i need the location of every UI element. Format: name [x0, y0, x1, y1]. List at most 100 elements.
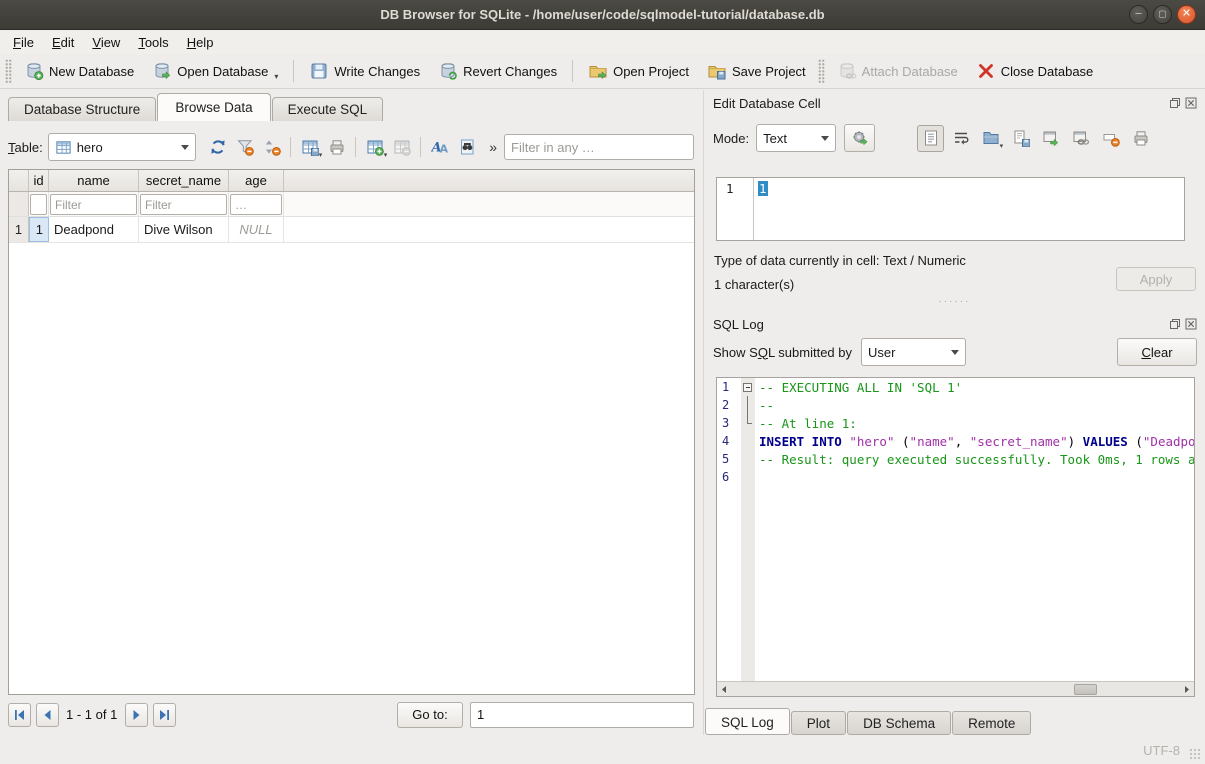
minimize-button[interactable]: –	[1129, 5, 1148, 24]
text-mode-button[interactable]	[917, 125, 944, 152]
menu-tools[interactable]: Tools	[129, 32, 177, 53]
open-project-icon	[588, 61, 608, 81]
new-database-button[interactable]: New Database	[17, 57, 141, 85]
horizontal-scrollbar[interactable]	[717, 681, 1194, 696]
toolbar-drag-handle[interactable]	[818, 59, 825, 83]
cell-id[interactable]: 1	[29, 217, 49, 242]
sql-log-controls: Show SQL submitted by User Clear	[713, 337, 1197, 367]
float-dock-icon[interactable]	[1168, 318, 1181, 331]
link-cell-button[interactable]	[1067, 125, 1094, 152]
goto-record-input[interactable]	[470, 702, 694, 728]
dock-tab-remote[interactable]: Remote	[952, 711, 1031, 735]
filter-any-column-input[interactable]	[504, 134, 694, 160]
close-dock-icon[interactable]	[1184, 318, 1197, 331]
open-database-button[interactable]: Open Database▾	[145, 57, 285, 85]
save-results-button[interactable]: ▾	[297, 135, 322, 160]
edit-cell-toolbar: Mode: Text ▾	[713, 123, 1197, 153]
sql-log-line: 3-- At line 1:	[717, 414, 1194, 432]
cell-secret-name[interactable]: Dive Wilson	[139, 217, 229, 242]
dock-tab-sql-log[interactable]: SQL Log	[705, 708, 790, 735]
toolbar-separator	[293, 60, 294, 82]
last-record-button[interactable]	[153, 703, 176, 727]
scroll-left-icon[interactable]	[717, 683, 731, 696]
clear-filters-button[interactable]	[232, 135, 257, 160]
tab-database-structure[interactable]: Database Structure	[8, 97, 156, 121]
dropdown-arrow-icon[interactable]: ▾	[1000, 142, 1004, 150]
cell-name[interactable]: Deadpond	[49, 217, 139, 242]
row-number-cell[interactable]: 1	[9, 217, 29, 242]
menu-view[interactable]: View	[83, 32, 129, 53]
dropdown-arrow-icon[interactable]: ▾	[274, 72, 278, 81]
table-select[interactable]: hero	[48, 133, 196, 161]
prev-page-icon	[41, 709, 54, 721]
dropdown-arrow-icon[interactable]: ▾	[384, 151, 388, 159]
set-null-button[interactable]	[1097, 125, 1124, 152]
previous-record-button[interactable]	[36, 703, 59, 727]
clear-log-button[interactable]: Clear	[1117, 338, 1197, 366]
close-button[interactable]: ✕	[1177, 5, 1196, 24]
line-number: 4	[717, 434, 741, 448]
auto-apply-button[interactable]	[844, 124, 875, 152]
maximize-button[interactable]: ▢	[1153, 5, 1172, 24]
edit-display-format-button[interactable]: AA	[427, 135, 452, 160]
import-data-button[interactable]: ▾	[977, 125, 1004, 152]
clear-sorting-button[interactable]	[259, 135, 284, 160]
goto-button[interactable]: Go to:	[397, 702, 463, 728]
sql-source-select[interactable]: User	[861, 338, 966, 366]
filter-input-name[interactable]: Filter	[50, 194, 137, 215]
filter-input-secret-name[interactable]: Filter	[140, 194, 227, 215]
sql-log-line: 6	[717, 468, 1194, 486]
scroll-right-icon[interactable]	[1180, 683, 1194, 696]
column-header-secret-name[interactable]: secret_name	[139, 170, 229, 191]
insert-record-button[interactable]: ▾	[362, 135, 387, 160]
tab-browse-data[interactable]: Browse Data	[157, 93, 270, 121]
gear-arrow-icon	[851, 129, 869, 147]
column-header-age[interactable]: age	[229, 170, 284, 191]
close-dock-icon[interactable]	[1184, 97, 1197, 110]
column-header-id[interactable]: id	[29, 170, 49, 191]
sql-source-value: User	[868, 345, 895, 360]
scrollbar-thumb[interactable]	[1074, 684, 1097, 695]
fold-marker[interactable]	[741, 378, 755, 396]
filter-input-age[interactable]: …	[230, 194, 282, 215]
cell-age[interactable]: NULL	[229, 217, 284, 242]
mode-select[interactable]: Text	[756, 124, 836, 152]
dock-splitter-handle[interactable]: ······	[704, 299, 1205, 305]
print-button[interactable]	[324, 135, 349, 160]
toolbar-button-label: Revert Changes	[463, 64, 557, 79]
first-record-button[interactable]	[8, 703, 31, 727]
dropdown-arrow-icon[interactable]: ▾	[319, 151, 323, 159]
edit-display-format-icon: AA	[431, 138, 449, 156]
dock-tab-db-schema[interactable]: DB Schema	[847, 711, 951, 735]
revert-changes-button[interactable]: Revert Changes	[431, 57, 564, 85]
print-cell-button[interactable]	[1127, 125, 1154, 152]
menu-help[interactable]: Help	[178, 32, 223, 53]
float-dock-icon[interactable]	[1168, 97, 1181, 110]
sql-text: INSERT INTO "hero" ("name", "secret_name…	[755, 434, 1194, 449]
open-external-button[interactable]	[1037, 125, 1064, 152]
next-record-button[interactable]	[125, 703, 148, 727]
sql-log-view[interactable]: 1-- EXECUTING ALL IN 'SQL 1'2--3-- At li…	[716, 377, 1195, 697]
toolbar-drag-handle[interactable]	[5, 59, 12, 83]
fold-marker	[741, 468, 755, 486]
find-in-table-button[interactable]	[454, 135, 479, 160]
title-bar: DB Browser for SQLite - /home/user/code/…	[0, 0, 1205, 30]
apply-button[interactable]: Apply	[1116, 267, 1196, 291]
show-sql-label: Show SQL submitted by	[713, 345, 852, 360]
toolbar-overflow-chevron[interactable]: »	[489, 139, 497, 155]
cell-editor[interactable]: 1 1	[716, 177, 1185, 241]
menu-file[interactable]: File	[4, 32, 43, 53]
word-wrap-button[interactable]	[947, 125, 974, 152]
filter-input-id[interactable]	[30, 194, 47, 215]
open-project-button[interactable]: Open Project	[581, 57, 696, 85]
export-data-button[interactable]	[1007, 125, 1034, 152]
menu-edit[interactable]: Edit	[43, 32, 83, 53]
resize-grip[interactable]	[1189, 748, 1202, 761]
close-database-button[interactable]: Close Database	[969, 57, 1101, 85]
write-changes-button[interactable]: Write Changes	[302, 57, 427, 85]
tab-execute-sql[interactable]: Execute SQL	[272, 97, 384, 121]
refresh-button[interactable]	[205, 135, 230, 160]
column-header-name[interactable]: name	[49, 170, 139, 191]
save-project-button[interactable]: Save Project	[700, 57, 813, 85]
dock-tab-plot[interactable]: Plot	[791, 711, 846, 735]
